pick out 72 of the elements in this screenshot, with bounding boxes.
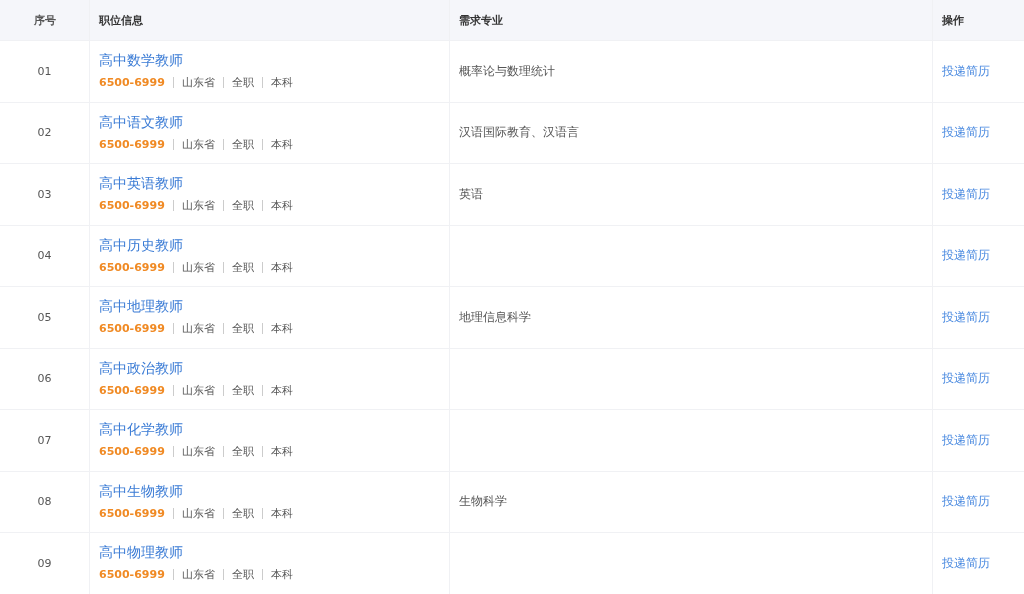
column-header: 序号 [33, 12, 56, 28]
education-text: 本科 [270, 321, 293, 337]
salary-range: 6500-6999 [99, 506, 165, 520]
education-text: 本科 [270, 259, 293, 275]
row-number: 09 [37, 556, 52, 570]
row-number: 05 [37, 310, 52, 324]
apply-link[interactable]: 投递简历 [942, 247, 990, 265]
education-text: 本科 [270, 382, 293, 398]
apply-link[interactable]: 投递简历 [942, 431, 990, 449]
job-type-text: 全职 [231, 136, 254, 152]
job-title-link[interactable]: 高中物理教师 [99, 544, 183, 563]
job-type-text: 全职 [231, 321, 254, 337]
education-text: 本科 [270, 198, 293, 214]
column-header: 操作 [942, 12, 964, 28]
row-number: 03 [37, 187, 52, 201]
education-text: 本科 [270, 567, 293, 583]
apply-link[interactable]: 投递简历 [942, 370, 990, 388]
salary-range: 6500-6999 [99, 199, 165, 213]
job-type-text: 全职 [231, 567, 254, 583]
row-number: 07 [37, 433, 52, 447]
row-number: 06 [37, 372, 52, 386]
apply-link[interactable]: 投递简历 [942, 493, 990, 511]
major-text: 生物科学 [459, 493, 507, 511]
salary-range: 6500-6999 [99, 383, 165, 397]
apply-link[interactable]: 投递简历 [942, 62, 990, 80]
job-type-text: 全职 [231, 259, 254, 275]
location-text: 山东省 [181, 505, 215, 521]
apply-link[interactable]: 投递简历 [942, 554, 990, 572]
location-text: 山东省 [181, 198, 215, 214]
location-text: 山东省 [181, 382, 215, 398]
row-number: 02 [37, 126, 52, 140]
apply-link[interactable]: 投递简历 [942, 308, 990, 326]
row-number: 01 [37, 64, 52, 78]
job-title-link[interactable]: 高中数学教师 [99, 52, 183, 71]
job-type-text: 全职 [231, 75, 254, 91]
major-text: 汉语国际教育、汉语言 [459, 124, 579, 142]
location-text: 山东省 [181, 444, 215, 460]
location-text: 山东省 [181, 75, 215, 91]
salary-range: 6500-6999 [99, 568, 165, 582]
job-title-link[interactable]: 高中地理教师 [99, 298, 183, 317]
salary-range: 6500-6999 [99, 260, 165, 274]
location-text: 山东省 [181, 259, 215, 275]
column-header: 职位信息 [99, 12, 143, 28]
salary-range: 6500-6999 [99, 76, 165, 90]
education-text: 本科 [270, 136, 293, 152]
location-text: 山东省 [181, 567, 215, 583]
job-type-text: 全职 [231, 505, 254, 521]
salary-range: 6500-6999 [99, 137, 165, 151]
major-text: 概率论与数理统计 [459, 62, 555, 80]
apply-link[interactable]: 投递简历 [942, 185, 990, 203]
major-text: 地理信息科学 [459, 308, 531, 326]
job-type-text: 全职 [231, 382, 254, 398]
education-text: 本科 [270, 444, 293, 460]
row-number: 04 [37, 249, 52, 263]
job-title-link[interactable]: 高中语文教师 [99, 113, 183, 132]
job-title-link[interactable]: 高中英语教师 [99, 175, 183, 194]
job-type-text: 全职 [231, 198, 254, 214]
job-title-link[interactable]: 高中历史教师 [99, 236, 183, 255]
location-text: 山东省 [181, 136, 215, 152]
salary-range: 6500-6999 [99, 445, 165, 459]
education-text: 本科 [270, 75, 293, 91]
job-title-link[interactable]: 高中生物教师 [99, 482, 183, 501]
location-text: 山东省 [181, 321, 215, 337]
job-title-link[interactable]: 高中政治教师 [99, 359, 183, 378]
major-text: 英语 [459, 185, 483, 203]
row-number: 08 [37, 495, 52, 509]
salary-range: 6500-6999 [99, 322, 165, 336]
job-type-text: 全职 [231, 444, 254, 460]
job-title-link[interactable]: 高中化学教师 [99, 421, 183, 440]
apply-link[interactable]: 投递简历 [942, 124, 990, 142]
column-header: 需求专业 [459, 12, 503, 28]
education-text: 本科 [270, 505, 293, 521]
